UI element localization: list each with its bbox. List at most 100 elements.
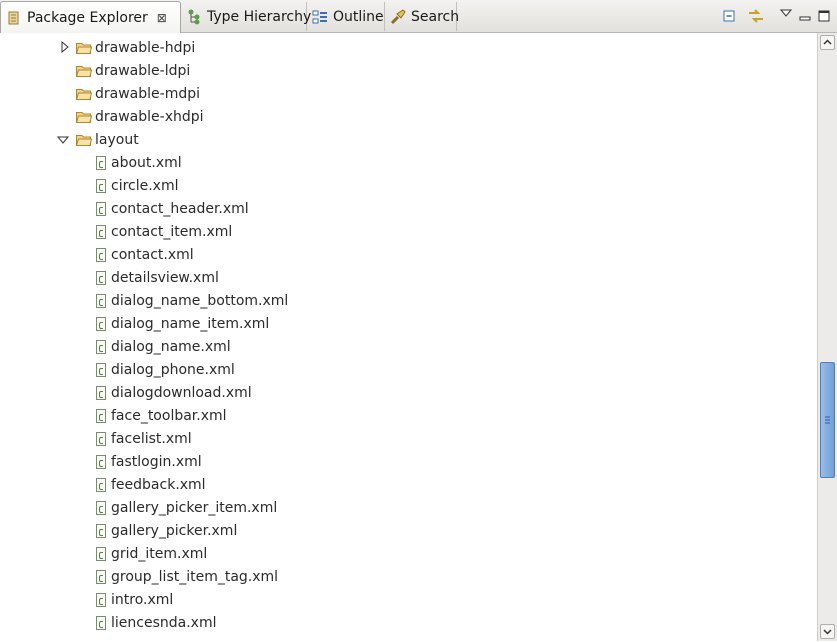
tree-file-item[interactable]: dialog_name_item.xml bbox=[96, 312, 269, 335]
tree-item-label: drawable-hdpi bbox=[95, 39, 196, 56]
tree-folder-drawable-xhdpi[interactable]: drawable-xhdpi bbox=[75, 105, 204, 128]
tree-file-item[interactable]: intro.xml bbox=[96, 588, 173, 611]
tree-folder-drawable-ldpi[interactable]: drawable-ldpi bbox=[75, 59, 191, 82]
tree-item-label: drawable-ldpi bbox=[95, 62, 191, 79]
xml-file-icon bbox=[96, 546, 106, 561]
tree-file-item[interactable]: dialogdownload.xml bbox=[96, 381, 252, 404]
tree-folder-layout[interactable]: layout bbox=[75, 128, 139, 151]
tree-item-label: feedback.xml bbox=[111, 476, 206, 493]
xml-file-icon bbox=[96, 247, 106, 262]
xml-file-icon bbox=[96, 155, 106, 170]
tree-item-label: liencesnda.xml bbox=[111, 614, 217, 631]
tree-item-label: circle.xml bbox=[111, 177, 179, 194]
tree-file-item[interactable]: gallery_picker_item.xml bbox=[96, 496, 277, 519]
tree-item-label: facelist.xml bbox=[111, 430, 192, 447]
folder-icon bbox=[75, 41, 93, 54]
xml-file-icon bbox=[96, 500, 106, 515]
tab-label: Outline bbox=[333, 8, 384, 25]
tree-item-label: about.xml bbox=[111, 154, 182, 171]
view-menu-icon[interactable] bbox=[777, 4, 795, 22]
tab-search[interactable]: Search bbox=[385, 2, 460, 31]
xml-file-icon bbox=[96, 339, 106, 354]
folder-icon bbox=[75, 64, 93, 77]
folder-open-icon bbox=[75, 133, 93, 146]
xml-file-icon bbox=[96, 477, 106, 492]
xml-file-icon bbox=[96, 316, 106, 331]
tab-outline[interactable]: Outline bbox=[307, 2, 385, 31]
tree-item-label: dialog_name.xml bbox=[111, 338, 231, 355]
tree-file-item[interactable]: face_toolbar.xml bbox=[96, 404, 227, 427]
close-icon[interactable]: ⊠ bbox=[156, 12, 168, 24]
tree-file-item[interactable]: grid_item.xml bbox=[96, 542, 207, 565]
tree-folder-drawable-hdpi[interactable]: drawable-hdpi bbox=[75, 36, 196, 59]
tab-label: Search bbox=[411, 8, 460, 25]
hierarchy-icon bbox=[186, 9, 202, 25]
vertical-scrollbar[interactable] bbox=[817, 33, 837, 641]
tree-file-item[interactable]: gallery_picker.xml bbox=[96, 519, 237, 542]
xml-file-icon bbox=[96, 523, 106, 538]
tree-folder-drawable-mdpi[interactable]: drawable-mdpi bbox=[75, 82, 200, 105]
tree-item-label: contact_header.xml bbox=[111, 200, 249, 217]
tree-item-label: face_toolbar.xml bbox=[111, 407, 227, 424]
tree-file-item[interactable]: liencesnda.xml bbox=[96, 611, 216, 634]
tree-file-item[interactable]: dialog_phone.xml bbox=[96, 358, 235, 381]
tab-label: Type Hierarchy bbox=[207, 8, 312, 25]
xml-file-icon bbox=[96, 385, 106, 400]
xml-file-icon bbox=[96, 224, 106, 239]
tree-item-label: drawable-mdpi bbox=[95, 85, 200, 102]
tree-file-item[interactable]: detailsview.xml bbox=[96, 266, 219, 289]
tree-file-item[interactable]: dialog_name_bottom.xml bbox=[96, 289, 288, 312]
xml-file-icon bbox=[96, 293, 106, 308]
tree-item-label: gallery_picker_item.xml bbox=[111, 499, 278, 516]
tree-file-item[interactable]: dialog_name.xml bbox=[96, 335, 231, 358]
tab-type-hierarchy[interactable]: Type Hierarchy bbox=[181, 2, 311, 31]
folder-icon bbox=[75, 110, 93, 123]
collapse-arrow-icon[interactable] bbox=[56, 134, 70, 146]
xml-file-icon bbox=[96, 178, 106, 193]
tree-file-item[interactable]: group_list_item_tag.xml bbox=[96, 565, 278, 588]
xml-file-icon bbox=[96, 408, 106, 423]
tree-item-label: dialogdownload.xml bbox=[111, 384, 252, 401]
xml-file-icon bbox=[96, 270, 106, 285]
tree-item-label: dialog_name_bottom.xml bbox=[111, 292, 289, 309]
tree-file-item[interactable]: circle.xml bbox=[96, 174, 179, 197]
tree-item-label: layout bbox=[95, 131, 139, 148]
tree-file-item[interactable]: contact_header.xml bbox=[96, 197, 249, 220]
xml-file-icon bbox=[96, 592, 106, 607]
tree-item-label: dialog_phone.xml bbox=[111, 361, 235, 378]
tree-item-label: gallery_picker.xml bbox=[111, 522, 238, 539]
tree-file-item[interactable]: contact.xml bbox=[96, 243, 194, 266]
tree-item-label: group_list_item_tag.xml bbox=[111, 568, 279, 585]
expand-arrow-icon[interactable] bbox=[59, 40, 71, 54]
xml-file-icon bbox=[96, 431, 106, 446]
tab-label: Package Explorer bbox=[27, 9, 148, 26]
folder-icon bbox=[75, 87, 93, 100]
xml-file-icon bbox=[96, 454, 106, 469]
xml-file-icon bbox=[96, 569, 106, 584]
tree-item-label: fastlogin.xml bbox=[111, 453, 202, 470]
maximize-icon[interactable] bbox=[815, 7, 833, 25]
collapse-all-icon[interactable] bbox=[720, 7, 738, 25]
tree-file-item[interactable]: contact_item.xml bbox=[96, 220, 232, 243]
tree-item-label: grid_item.xml bbox=[111, 545, 208, 562]
tree-item-label: contact_item.xml bbox=[111, 223, 233, 240]
tab-package-explorer[interactable]: Package Explorer ⊠ bbox=[0, 1, 181, 33]
scroll-up-arrow-icon[interactable] bbox=[820, 35, 835, 50]
xml-file-icon bbox=[96, 362, 106, 377]
tree-file-item[interactable]: about.xml bbox=[96, 151, 182, 174]
package-icon bbox=[6, 10, 22, 26]
tree-item-label: detailsview.xml bbox=[111, 269, 219, 286]
tree-file-item[interactable]: feedback.xml bbox=[96, 473, 206, 496]
link-with-editor-icon[interactable] bbox=[747, 7, 765, 25]
scroll-down-arrow-icon[interactable] bbox=[820, 624, 835, 639]
tree-file-item[interactable]: facelist.xml bbox=[96, 427, 192, 450]
tree-item-label: drawable-xhdpi bbox=[95, 108, 204, 125]
xml-file-icon bbox=[96, 615, 106, 630]
outline-icon bbox=[312, 9, 328, 25]
tree-item-label: contact.xml bbox=[111, 246, 194, 263]
flashlight-icon bbox=[390, 8, 406, 25]
tree-file-item[interactable]: fastlogin.xml bbox=[96, 450, 202, 473]
tree-item-label: intro.xml bbox=[111, 591, 174, 608]
scrollbar-thumb[interactable] bbox=[820, 362, 835, 478]
minimize-icon[interactable] bbox=[796, 7, 814, 25]
